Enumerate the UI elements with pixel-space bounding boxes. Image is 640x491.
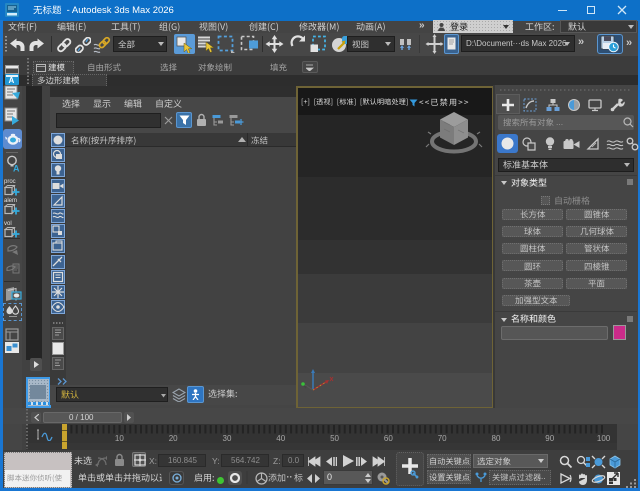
svg-text:A: A: [13, 164, 20, 173]
